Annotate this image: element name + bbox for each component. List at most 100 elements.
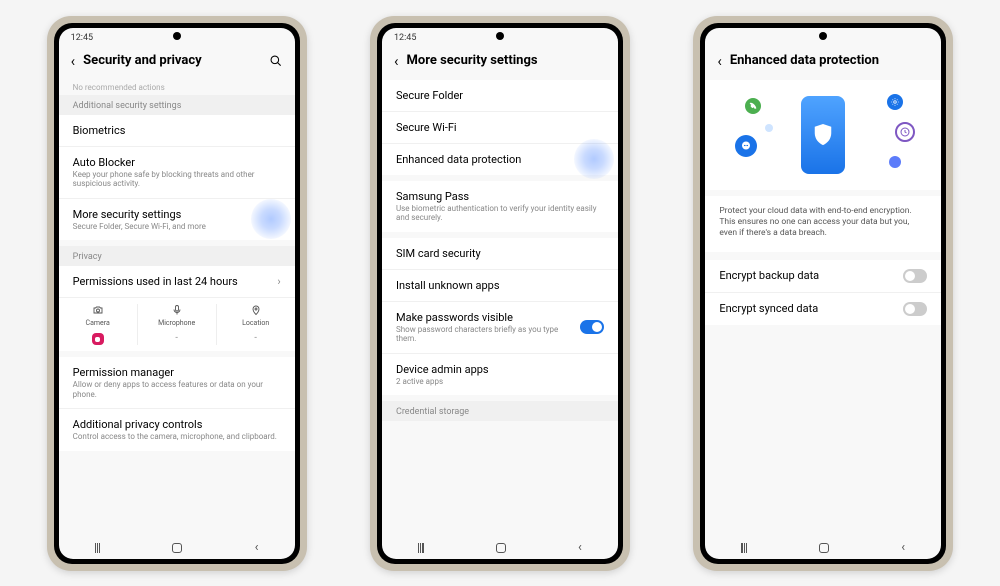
item-enhanced-data-label: Enhanced data protection bbox=[396, 153, 604, 166]
tap-highlight-icon bbox=[574, 139, 614, 179]
item-samsung-pass-label: Samsung Pass bbox=[396, 190, 604, 203]
perm-location-value: - bbox=[217, 333, 295, 343]
back-icon[interactable]: ‹ bbox=[71, 52, 76, 70]
perm-location-label: Location bbox=[217, 319, 295, 327]
nav-bar: ‹ bbox=[382, 537, 618, 559]
item-permission-manager-sub: Allow or deny apps to access features or… bbox=[73, 380, 281, 399]
item-auto-blocker[interactable]: Auto Blocker Keep your phone safe by blo… bbox=[59, 147, 295, 199]
item-auto-blocker-sub: Keep your phone safe by blocking threats… bbox=[73, 170, 281, 189]
perm-camera-col[interactable]: Camera bbox=[59, 304, 138, 345]
page-header: ‹ Security and privacy bbox=[59, 46, 295, 80]
phone-bezel: 12:45 ‹ More security settings Secure Fo… bbox=[377, 23, 623, 564]
nav-recents-icon[interactable] bbox=[418, 543, 424, 553]
item-device-admin[interactable]: Device admin apps 2 active apps bbox=[382, 354, 618, 396]
item-biometrics-label: Biometrics bbox=[73, 124, 281, 137]
item-passwords-visible-label: Make passwords visible bbox=[396, 311, 572, 324]
item-secure-folder-label: Secure Folder bbox=[396, 89, 604, 102]
phone-frame-3: ‹ Enhanced data protection bbox=[693, 16, 953, 571]
card-secure: Secure Folder Secure Wi-Fi Enhanced data… bbox=[382, 80, 618, 175]
nav-recents-icon[interactable] bbox=[741, 543, 747, 553]
status-time: 12:45 bbox=[71, 33, 93, 43]
item-additional-privacy[interactable]: Additional privacy controls Control acce… bbox=[59, 409, 295, 451]
item-more-security-label: More security settings bbox=[73, 208, 281, 221]
item-additional-privacy-label: Additional privacy controls bbox=[73, 418, 281, 431]
item-samsung-pass-sub: Use biometric authentication to verify y… bbox=[396, 204, 604, 223]
item-encrypt-synced[interactable]: Encrypt synced data bbox=[705, 293, 941, 325]
section-additional-security: Additional security settings bbox=[59, 95, 295, 115]
chat-bubble-icon bbox=[735, 135, 757, 157]
item-passwords-visible-sub: Show password characters briefly as you … bbox=[396, 325, 572, 344]
phone-frame-1: 12:45 ‹ Security and privacy No recommen… bbox=[47, 16, 307, 571]
status-time: 12:45 bbox=[394, 33, 416, 43]
perm-microphone-value: - bbox=[138, 333, 216, 343]
camera-cutout bbox=[173, 32, 181, 40]
item-more-security[interactable]: More security settings Secure Folder, Se… bbox=[59, 199, 295, 241]
perm-camera-label: Camera bbox=[59, 319, 137, 327]
search-icon[interactable] bbox=[269, 54, 283, 68]
perm-microphone-label: Microphone bbox=[138, 319, 216, 327]
location-icon bbox=[217, 304, 295, 318]
item-sim-security-label: SIM card security bbox=[396, 247, 604, 260]
back-icon[interactable]: ‹ bbox=[394, 52, 399, 70]
item-permission-manager-label: Permission manager bbox=[73, 366, 281, 379]
item-additional-privacy-sub: Control access to the camera, microphone… bbox=[73, 432, 281, 442]
item-secure-wifi[interactable]: Secure Wi-Fi bbox=[382, 112, 618, 144]
content-area: Secure Folder Secure Wi-Fi Enhanced data… bbox=[382, 80, 618, 537]
dot-icon bbox=[889, 156, 901, 168]
camera-cutout bbox=[819, 32, 827, 40]
item-passwords-visible[interactable]: Make passwords visible Show password cha… bbox=[382, 302, 618, 354]
page-title: Enhanced data protection bbox=[730, 53, 929, 68]
screen-3: ‹ Enhanced data protection bbox=[705, 28, 941, 559]
perm-microphone-col[interactable]: Microphone - bbox=[138, 304, 217, 345]
passwords-visible-toggle[interactable] bbox=[580, 320, 604, 334]
nav-home-icon[interactable] bbox=[496, 543, 506, 553]
item-install-unknown-label: Install unknown apps bbox=[396, 279, 604, 292]
no-recommended-label: No recommended actions bbox=[59, 80, 295, 95]
camera-icon bbox=[59, 304, 137, 318]
nav-bar: ‹ bbox=[59, 537, 295, 559]
back-icon[interactable]: ‹ bbox=[717, 52, 722, 70]
phone-bezel: 12:45 ‹ Security and privacy No recommen… bbox=[54, 23, 300, 564]
item-encrypt-backup-label: Encrypt backup data bbox=[719, 269, 819, 282]
permissions-grid: Camera Microphone - bbox=[59, 298, 295, 351]
item-more-security-sub: Secure Folder, Secure Wi-Fi, and more bbox=[73, 222, 281, 232]
chevron-right-icon: › bbox=[277, 275, 280, 288]
item-biometrics[interactable]: Biometrics bbox=[59, 115, 295, 147]
item-secure-folder[interactable]: Secure Folder bbox=[382, 80, 618, 112]
item-device-admin-label: Device admin apps bbox=[396, 363, 604, 376]
nav-back-icon[interactable]: ‹ bbox=[578, 540, 582, 555]
phone-bezel: ‹ Enhanced data protection bbox=[700, 23, 946, 564]
page-header: ‹ More security settings bbox=[382, 46, 618, 80]
card-encrypt: Encrypt backup data Encrypt synced data bbox=[705, 260, 941, 325]
item-permission-manager[interactable]: Permission manager Allow or deny apps to… bbox=[59, 357, 295, 409]
nav-back-icon[interactable]: ‹ bbox=[901, 540, 905, 555]
encrypt-synced-toggle[interactable] bbox=[903, 302, 927, 316]
item-sim-security[interactable]: SIM card security bbox=[382, 238, 618, 270]
nav-recents-icon[interactable] bbox=[95, 543, 101, 553]
item-secure-wifi-label: Secure Wi-Fi bbox=[396, 121, 604, 134]
card-additional-security: Biometrics Auto Blocker Keep your phone … bbox=[59, 115, 295, 241]
phone-shield-icon bbox=[801, 96, 845, 174]
perm-camera-app-icon bbox=[92, 333, 104, 345]
screen-2: 12:45 ‹ More security settings Secure Fo… bbox=[382, 28, 618, 559]
item-samsung-pass[interactable]: Samsung Pass Use biometric authenticatio… bbox=[382, 181, 618, 232]
nav-back-icon[interactable]: ‹ bbox=[255, 540, 259, 555]
item-permissions-24h[interactable]: Permissions used in last 24 hours › bbox=[59, 266, 295, 298]
item-install-unknown[interactable]: Install unknown apps bbox=[382, 270, 618, 302]
encrypt-backup-toggle[interactable] bbox=[903, 269, 927, 283]
item-enhanced-data[interactable]: Enhanced data protection bbox=[382, 144, 618, 175]
microphone-icon bbox=[138, 304, 216, 318]
nav-home-icon[interactable] bbox=[819, 543, 829, 553]
content-area: No recommended actions Additional securi… bbox=[59, 80, 295, 537]
screen-1: 12:45 ‹ Security and privacy No recommen… bbox=[59, 28, 295, 559]
item-auto-blocker-label: Auto Blocker bbox=[73, 156, 281, 169]
description-text: Protect your cloud data with end-to-end … bbox=[705, 196, 941, 252]
item-encrypt-backup[interactable]: Encrypt backup data bbox=[705, 260, 941, 293]
illustration bbox=[705, 80, 941, 190]
page-title: More security settings bbox=[407, 53, 606, 68]
card-permissions: Permissions used in last 24 hours › Came… bbox=[59, 266, 295, 351]
nav-home-icon[interactable] bbox=[172, 543, 182, 553]
phone-frame-2: 12:45 ‹ More security settings Secure Fo… bbox=[370, 16, 630, 571]
perm-location-col[interactable]: Location - bbox=[217, 304, 295, 345]
camera-cutout bbox=[496, 32, 504, 40]
